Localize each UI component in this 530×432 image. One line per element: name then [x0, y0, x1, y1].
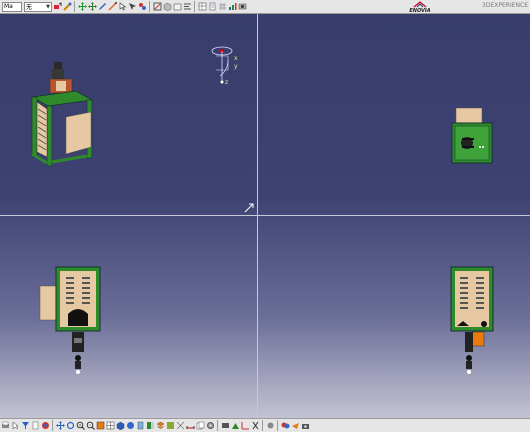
- pan-icon[interactable]: [55, 421, 65, 431]
- box-icon[interactable]: [173, 2, 182, 12]
- fly-icon[interactable]: [291, 421, 300, 431]
- brush-icon[interactable]: [62, 2, 72, 12]
- machine-side-view[interactable]: [448, 266, 498, 376]
- bottom-toolbar: [0, 418, 530, 432]
- axis-glyph-icon: [244, 203, 254, 213]
- grid-icon[interactable]: [218, 2, 227, 12]
- sketch-icon[interactable]: [153, 2, 162, 12]
- machine-isometric-view[interactable]: [26, 62, 101, 172]
- separator: [149, 1, 150, 12]
- chevron-down-icon: ▼: [46, 3, 50, 10]
- filter-icon[interactable]: [21, 421, 30, 431]
- machine-top-view[interactable]: [450, 107, 495, 165]
- cube-icon[interactable]: [163, 2, 172, 12]
- material-icon[interactable]: [266, 421, 275, 431]
- compass-z-label: z: [225, 79, 228, 86]
- measure-tool-icon[interactable]: [186, 421, 195, 431]
- cursor-icon[interactable]: [11, 421, 20, 431]
- capture-icon[interactable]: [238, 2, 247, 12]
- machine-front-view[interactable]: [38, 266, 104, 376]
- separator: [194, 1, 195, 12]
- arrow-icon[interactable]: [118, 2, 127, 12]
- sheet-icon[interactable]: [31, 421, 40, 431]
- sheet-icon[interactable]: [208, 2, 217, 12]
- normal-view-icon[interactable]: [96, 421, 105, 431]
- layer-icon[interactable]: [156, 421, 165, 431]
- multi-view-icon[interactable]: [106, 421, 115, 431]
- compass-y-label: y: [234, 63, 238, 70]
- swap-icon[interactable]: [146, 421, 155, 431]
- cut-icon[interactable]: [251, 421, 260, 431]
- pointer-icon[interactable]: [128, 2, 137, 12]
- edit-icon[interactable]: [98, 2, 107, 12]
- separator: [74, 1, 75, 12]
- hide-show-icon[interactable]: [136, 421, 145, 431]
- material-select[interactable]: Ma: [2, 1, 22, 12]
- parts-icon[interactable]: [138, 2, 147, 12]
- settings-icon[interactable]: [206, 421, 215, 431]
- walk-icon[interactable]: [281, 421, 290, 431]
- wire-icon[interactable]: [176, 421, 185, 431]
- table-icon[interactable]: [198, 2, 207, 12]
- enovia-logo: ENOVIA: [402, 1, 438, 14]
- move-icon[interactable]: [77, 2, 87, 12]
- layer-select[interactable]: 无 ▼: [24, 1, 52, 12]
- 3d-viewport[interactable]: x y z: [0, 14, 530, 418]
- top-toolbar: Ma 无 ▼ ENOVIA 3DEXPERIENCE: [0, 0, 530, 14]
- scene-icon[interactable]: [231, 421, 240, 431]
- axis-icon[interactable]: [241, 421, 250, 431]
- iso-view-icon[interactable]: [116, 421, 125, 431]
- compass-x-label: x: [234, 55, 238, 62]
- separator: [277, 420, 278, 431]
- view-icon[interactable]: [221, 421, 230, 431]
- separator: [217, 420, 218, 431]
- zoom-out-icon[interactable]: [86, 421, 95, 431]
- shading-icon[interactable]: [126, 421, 135, 431]
- separator: [262, 420, 263, 431]
- rotate-view-icon[interactable]: [66, 421, 75, 431]
- app-brand-text: 3DEXPERIENCE: [482, 2, 528, 9]
- analysis-icon[interactable]: [228, 2, 237, 12]
- enovia-logo-mark: [413, 1, 427, 8]
- viewport-divider-horizontal: [0, 215, 530, 216]
- zoom-in-icon[interactable]: [76, 421, 85, 431]
- align-icon[interactable]: [183, 2, 192, 12]
- viewport-divider-vertical: [257, 14, 258, 418]
- print-icon[interactable]: [1, 421, 10, 431]
- camera-icon[interactable]: [301, 421, 310, 431]
- copy-icon[interactable]: [196, 421, 205, 431]
- paint-icon[interactable]: [53, 2, 62, 12]
- separator: [52, 420, 53, 431]
- color-icon[interactable]: [41, 421, 50, 431]
- rotate-icon[interactable]: [87, 2, 97, 12]
- measure-icon[interactable]: [107, 2, 117, 12]
- render-icon[interactable]: [166, 421, 175, 431]
- compass[interactable]: x y z: [208, 46, 244, 86]
